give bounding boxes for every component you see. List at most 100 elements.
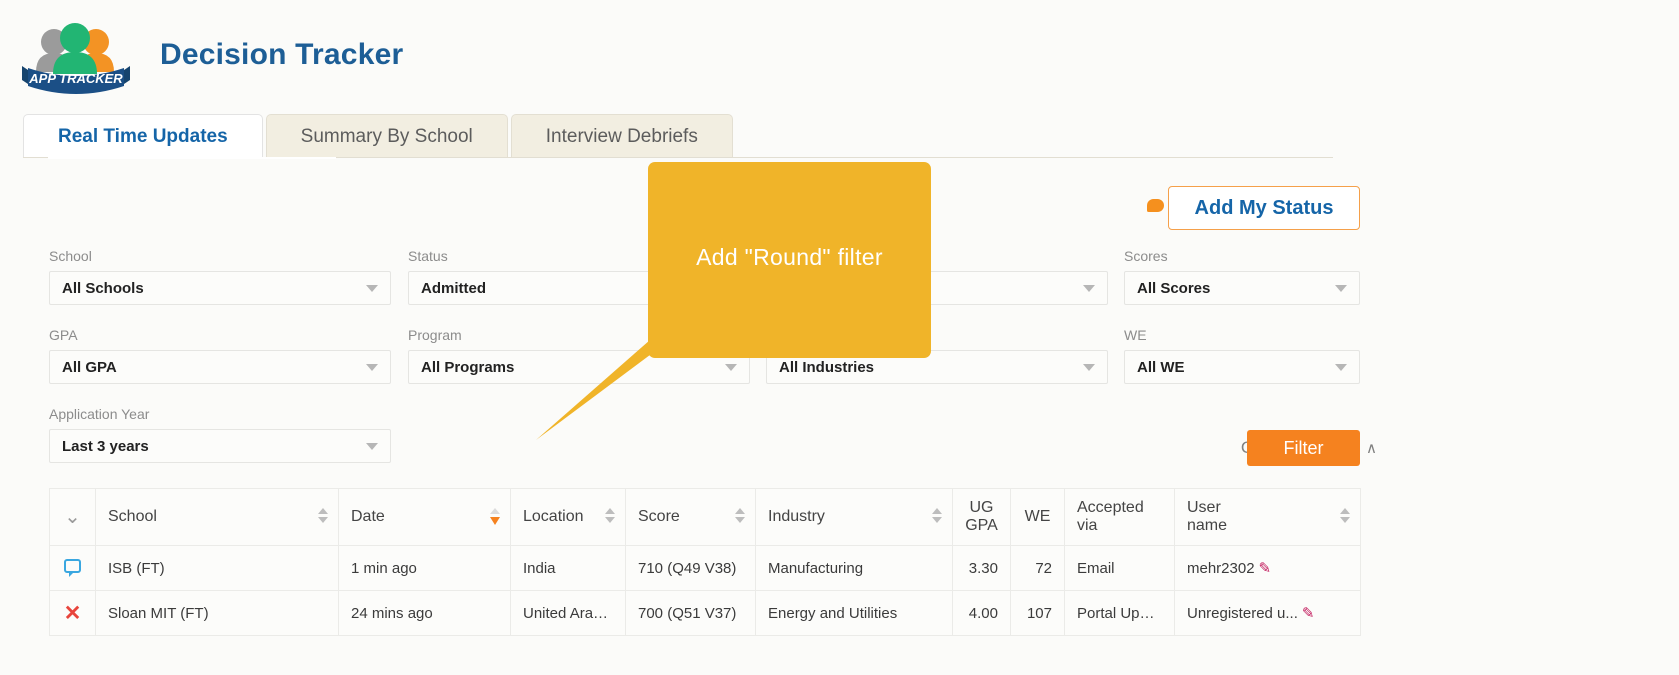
application-year-select[interactable]: Last 3 years [49,429,391,463]
table-header-location[interactable]: Location [511,489,626,546]
cell-date: 1 min ago [339,546,511,591]
logo-text: APP TRACKER [28,71,123,86]
table-header-date[interactable]: Date [339,489,511,546]
filter-label: WE [1124,327,1360,345]
we-select[interactable]: All WE [1124,350,1360,384]
tab-interview-debriefs[interactable]: Interview Debriefs [511,114,733,158]
edit-pencil-icon[interactable]: ✎ [1259,560,1272,577]
user-name-text: mehr2302 [1187,560,1255,577]
chevron-down-icon [366,285,378,292]
cell-accepted-via: Email [1065,546,1175,591]
tab-label: Interview Debriefs [546,126,698,148]
filter-gpa: GPA All GPA [49,327,391,384]
sort-icon[interactable] [1339,508,1350,526]
comment-icon[interactable] [64,559,81,573]
cell-we: 72 [1011,546,1065,591]
filter-we: WE All WE [1124,327,1360,384]
cell-industry: Manufacturing [756,546,953,591]
column-label: School [108,508,157,525]
cell-ug-gpa: 3.30 [953,546,1011,591]
column-label: Accepted via [1077,499,1144,534]
cell-score: 700 (Q51 V37) [626,591,756,636]
speech-bubble-icon [1147,199,1164,212]
table-header-we: WE [1011,489,1065,546]
user-name-text: Unregistered u... [1187,605,1298,622]
chevron-down-icon [725,364,737,371]
chevron-down-icon [1335,285,1347,292]
table-header-expand[interactable]: ⌄ [50,489,96,546]
application-year-select-value: Last 3 years [62,438,149,455]
filter-application-year: Application Year Last 3 years [49,406,391,463]
sort-icon[interactable] [734,508,745,526]
table-header-ug-gpa: UG GPA [953,489,1011,546]
chevron-down-icon [366,443,378,450]
cell-industry: Energy and Utilities [756,591,953,636]
tab-summary-by-school[interactable]: Summary By School [266,114,508,158]
cell-location: United Arab E... [511,591,626,636]
cell-ug-gpa: 4.00 [953,591,1011,636]
table-header-user-name[interactable]: User name [1175,489,1361,546]
row-status-icon-cell[interactable]: ✕ [50,591,96,636]
column-label: User name [1187,499,1227,534]
app-page: APP TRACKER Decision Tracker Real Time U… [0,0,1679,675]
sort-icon[interactable] [604,508,615,526]
column-label: Location [523,508,584,525]
row-status-icon-cell[interactable] [50,546,96,591]
tab-real-time-updates[interactable]: Real Time Updates [23,114,263,158]
cell-user-name: mehr2302✎ [1175,546,1361,591]
chevron-down-icon [1083,364,1095,371]
chevron-down-icon [1335,364,1347,371]
sort-icon-active-desc[interactable] [489,508,500,526]
filter-label: Application Year [49,406,391,424]
cell-location: India [511,546,626,591]
cell-accepted-via: Portal Upda... [1065,591,1175,636]
tab-label: Real Time Updates [58,126,228,148]
school-select[interactable]: All Schools [49,271,391,305]
filter-scores: Scores All Scores [1124,248,1360,305]
filter-school: School All Schools [49,248,391,305]
sort-icon[interactable] [317,508,328,526]
cell-user-name: Unregistered u...✎ [1175,591,1361,636]
app-tracker-logo: APP TRACKER [20,16,132,94]
chevron-up-icon: ∧ [1366,441,1377,456]
table-header-score[interactable]: Score [626,489,756,546]
we-select-value: All WE [1137,359,1185,376]
page-title: Decision Tracker [160,38,403,72]
chevron-down-icon: ⌄ [64,506,81,528]
table-row[interactable]: ✕ Sloan MIT (FT) 24 mins ago United Arab… [50,591,1361,636]
scores-select-value: All Scores [1137,280,1210,297]
tab-active-indicator [48,157,336,159]
cell-date: 24 mins ago [339,591,511,636]
column-label: Score [638,508,680,525]
filter-label: School [49,248,391,266]
program-select-value: All Programs [421,359,514,376]
filter-label: Scores [1124,248,1360,266]
table-row[interactable]: ISB (FT) 1 min ago India 710 (Q49 V38) M… [50,546,1361,591]
table-header-school[interactable]: School [96,489,339,546]
sort-icon[interactable] [931,508,942,526]
scores-select[interactable]: All Scores [1124,271,1360,305]
edit-pencil-icon[interactable]: ✎ [1302,605,1315,622]
column-label: Date [351,508,385,525]
filter-button[interactable]: Filter [1247,430,1360,466]
x-icon[interactable]: ✕ [64,602,82,625]
column-label: WE [1025,508,1051,525]
table-header-accepted-via: Accepted via [1065,489,1175,546]
results-table-wrapper: ⌄ School Date Location Sc [49,488,1360,636]
filter-label: GPA [49,327,391,345]
gpa-select[interactable]: All GPA [49,350,391,384]
chevron-down-icon [1083,285,1095,292]
table-header-row: ⌄ School Date Location Sc [50,489,1361,546]
tab-label: Summary By School [301,126,473,148]
add-my-status-button[interactable]: Add My Status [1168,186,1360,230]
column-label: Industry [768,508,825,525]
app-header: APP TRACKER Decision Tracker [0,0,1679,110]
cell-school: Sloan MIT (FT) [96,591,339,636]
callout-text: Add "Round" filter [648,244,931,271]
table-header-industry[interactable]: Industry [756,489,953,546]
results-table: ⌄ School Date Location Sc [49,488,1361,636]
gpa-select-value: All GPA [62,359,117,376]
chevron-down-icon [366,364,378,371]
column-label: UG GPA [965,499,998,534]
filter-button-label: Filter [1284,438,1324,459]
